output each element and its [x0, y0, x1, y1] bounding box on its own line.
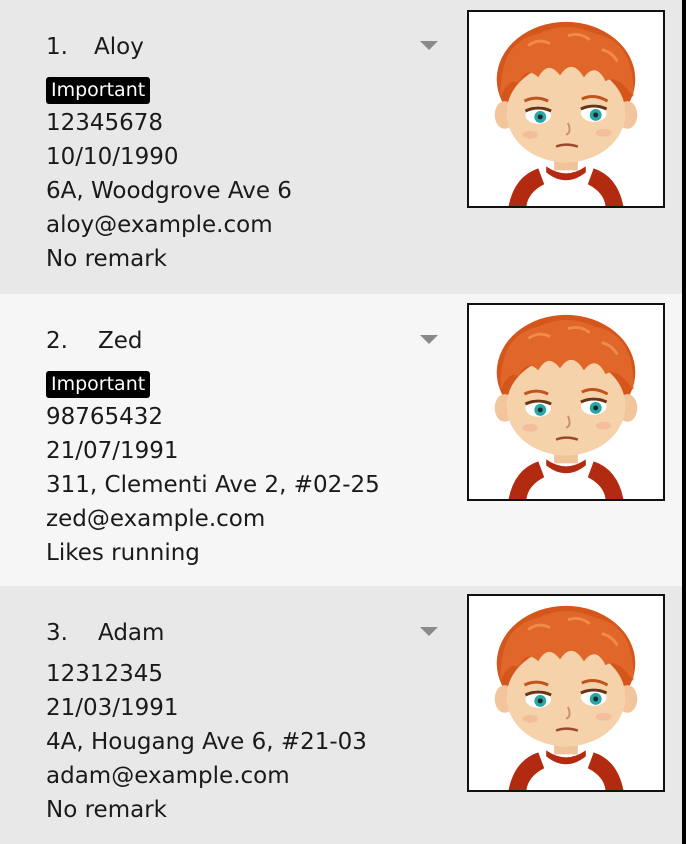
phone-field: 98765432: [46, 404, 164, 430]
avatar: [467, 10, 665, 208]
cartoon-boy-avatar-icon: [493, 313, 639, 499]
chevron-down-icon[interactable]: [420, 41, 438, 50]
tag-badge: Important: [46, 371, 151, 398]
person-card[interactable]: 3. Adam 12312345 21/03/1991 4A, Hougang A…: [0, 586, 682, 844]
avatar: [467, 594, 665, 792]
phone-field: 12345678: [46, 110, 164, 136]
birthday-field: 21/03/1991: [46, 695, 179, 721]
chevron-down-icon[interactable]: [420, 627, 438, 636]
person-details: 12345678 10/10/1990 6A, Woodgrove Ave 6 …: [46, 106, 292, 276]
email-field: zed@example.com: [46, 506, 266, 532]
list-border: [682, 0, 686, 844]
person-name-row: 2. Zed: [46, 326, 143, 356]
email-field: adam@example.com: [46, 763, 290, 789]
person-details: 98765432 21/07/1991 311, Clementi Ave 2,…: [46, 400, 380, 570]
birthday-field: 10/10/1990: [46, 144, 179, 170]
chevron-down-icon[interactable]: [420, 335, 438, 344]
cartoon-boy-avatar-icon: [493, 604, 639, 790]
address-field: 6A, Woodgrove Ave 6: [46, 178, 292, 204]
address-field: 311, Clementi Ave 2, #02-25: [46, 472, 380, 498]
address-field: 4A, Hougang Ave 6, #21-03: [46, 729, 367, 755]
person-name: Aloy: [94, 34, 144, 60]
remark-field: No remark: [46, 246, 167, 272]
person-index: 3.: [46, 620, 68, 646]
person-list: 1. Aloy Important 12345678 10/10/1990 6A,…: [0, 0, 682, 844]
person-card[interactable]: 2. Zed Important 98765432 21/07/1991 311,…: [0, 294, 682, 586]
person-name: Adam: [98, 620, 165, 646]
phone-field: 12312345: [46, 661, 164, 687]
tag-badge: Important: [46, 77, 151, 104]
person-name-row: 3. Adam: [46, 618, 164, 648]
person-details: 12312345 21/03/1991 4A, Hougang Ave 6, #…: [46, 657, 367, 827]
person-index: 2.: [46, 328, 68, 354]
cartoon-boy-avatar-icon: [493, 20, 639, 206]
person-card[interactable]: 1. Aloy Important 12345678 10/10/1990 6A,…: [0, 0, 682, 294]
person-name: Zed: [98, 328, 143, 354]
person-index: 1.: [46, 34, 68, 60]
remark-field: No remark: [46, 797, 167, 823]
avatar: [467, 303, 665, 501]
birthday-field: 21/07/1991: [46, 438, 179, 464]
remark-field: Likes running: [46, 540, 200, 566]
email-field: aloy@example.com: [46, 212, 273, 238]
person-name-row: 1. Aloy: [46, 32, 144, 62]
